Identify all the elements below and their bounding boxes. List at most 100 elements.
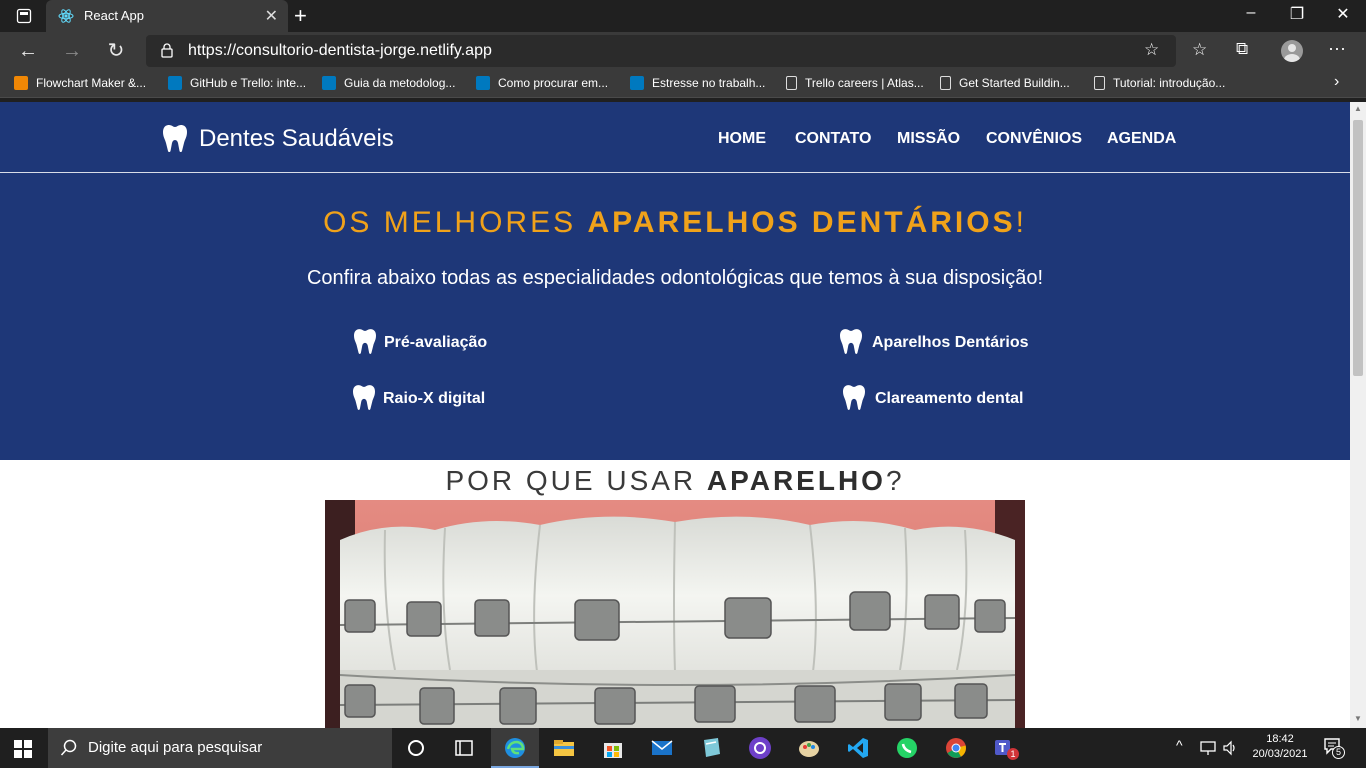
trello-icon [630,76,644,90]
bookmark-label: Como procurar em... [498,76,609,90]
windows-taskbar: Digite aqui para pesquisar 1 ^ 18:42 20/… [0,728,1366,768]
browser-tab[interactable]: React App ✕ [46,0,288,32]
bookmarks-bar: Flowchart Maker &... GitHub e Trello: in… [0,70,1366,98]
trello-icon [322,76,336,90]
search-placeholder: Digite aqui para pesquisar [88,739,263,756]
teams-badge: 1 [1007,748,1019,760]
notification-count: 5 [1332,746,1345,759]
clock-date: 20/03/2021 [1252,748,1308,760]
tooth-icon [843,385,865,410]
minimize-icon[interactable]: – [1228,4,1274,22]
specialty-label: Pré-avaliação [384,334,488,351]
bookmark-item[interactable]: Get Started Buildin... [940,76,1070,90]
trello-icon [168,76,182,90]
site-brand[interactable]: Dentes Saudáveis [199,125,394,153]
specialty-item: Pré-avaliação [354,328,487,354]
store-icon[interactable] [601,736,625,760]
mail-icon[interactable] [650,736,674,760]
specialty-item: Clareamento dental [843,384,1023,410]
close-window-icon[interactable]: ✕ [1320,4,1366,24]
headline-light: OS MELHORES [323,206,588,239]
volume-icon[interactable] [1222,740,1238,756]
bookmark-label: Get Started Buildin... [959,76,1070,90]
nav-missao[interactable]: MISSÃO [897,130,960,148]
back-icon[interactable]: ← [14,38,42,66]
taskbar-clock[interactable]: 18:42 20/03/2021 [1248,732,1312,762]
lock-icon [161,43,173,58]
paint-icon[interactable] [797,736,821,760]
close-tab-icon[interactable]: ✕ [265,6,278,26]
file-explorer-icon[interactable] [552,736,576,760]
windows-start-icon[interactable] [14,740,32,758]
web-page: Dentes Saudáveis HOME CONTATO MISSÃO CON… [0,102,1350,728]
forward-icon[interactable]: → [58,38,86,66]
search-icon [60,739,77,756]
bookmark-item[interactable]: Guia da metodolog... [322,76,455,90]
clock-time: 18:42 [1266,733,1294,745]
show-hidden-icons[interactable]: ^ [1176,737,1183,753]
add-favorite-icon[interactable]: ☆ [1144,40,1159,60]
edge-icon [505,738,525,758]
tab-title: React App [84,8,144,23]
bookmark-item[interactable]: Estresse no trabalh... [630,76,765,90]
scrollbar-thumb[interactable] [1353,120,1363,376]
edge-taskbar-button[interactable] [491,728,539,768]
bookmark-item[interactable]: Flowchart Maker &... [14,76,146,90]
profile-avatar[interactable] [1281,40,1303,62]
github-desktop-icon[interactable] [748,736,772,760]
specialty-item: Raio-X digital [353,384,485,410]
notes-app-icon[interactable] [699,736,723,760]
tooth-icon [354,329,376,354]
notification-center-button[interactable]: 5 [1322,736,1346,760]
scroll-down-icon[interactable]: ▼ [1354,714,1362,723]
page-scrollbar[interactable]: ▲ ▼ [1350,102,1366,728]
nav-home[interactable]: HOME [718,130,766,148]
drawio-icon [14,76,28,90]
bookmark-label: Flowchart Maker &... [36,76,147,90]
why-end: ? [885,465,905,496]
bookmarks-more-icon[interactable]: › [1334,73,1339,91]
bookmark-label: Guia da metodolog... [344,76,456,90]
favorites-icon[interactable]: ☆ [1192,40,1207,60]
bookmark-label: GitHub e Trello: inte... [190,76,307,90]
bookmark-item[interactable]: Tutorial: introdução... [1094,76,1225,90]
why-light: POR QUE USAR [445,465,707,496]
nav-convenios[interactable]: CONVÊNIOS [986,130,1082,148]
scroll-up-icon[interactable]: ▲ [1354,104,1362,113]
page-icon [1094,76,1105,90]
browser-titlebar: React App ✕ + – ❐ ✕ [0,0,1366,32]
bookmark-item[interactable]: GitHub e Trello: inte... [168,76,306,90]
tab-actions-icon[interactable] [16,8,32,24]
url-field[interactable]: https://consultorio-dentista-jorge.netli… [146,35,1176,67]
site-navbar: Dentes Saudáveis HOME CONTATO MISSÃO CON… [0,102,1350,173]
refresh-icon[interactable]: ↻ [102,38,130,66]
restore-icon[interactable]: ❐ [1274,4,1320,24]
collections-icon[interactable]: ⧉ [1236,39,1248,59]
specialty-item: Aparelhos Dentários [840,328,1028,354]
hero-headline: OS MELHORES APARELHOS DENTÁRIOS! [0,206,1350,240]
tooth-icon [840,329,862,354]
taskbar-search-box[interactable]: Digite aqui para pesquisar [48,728,392,768]
nav-agenda[interactable]: AGENDA [1107,130,1176,148]
headline-bold: APARELHOS DENTÁRIOS [587,206,1016,239]
teams-taskbar-button[interactable]: 1 [993,736,1019,760]
vscode-icon[interactable] [846,736,870,760]
chrome-icon[interactable] [944,736,968,760]
new-tab-icon[interactable]: + [294,3,307,29]
cortana-icon[interactable] [404,736,428,760]
specialty-label: Raio-X digital [383,390,486,407]
task-view-icon[interactable] [452,736,476,760]
page-icon [940,76,951,90]
bookmark-item[interactable]: Como procurar em... [476,76,608,90]
more-options-icon[interactable]: ··· [1328,38,1346,59]
bookmark-label: Tutorial: introdução... [1113,76,1226,90]
bookmark-label: Estresse no trabalh... [652,76,766,90]
nav-contato[interactable]: CONTATO [795,130,871,148]
page-icon [786,76,797,90]
url-text: https://consultorio-dentista-jorge.netli… [188,42,492,59]
trello-icon [476,76,490,90]
bookmark-item[interactable]: Trello careers | Atlas... [786,76,924,90]
network-icon[interactable] [1200,740,1216,756]
whatsapp-icon[interactable] [895,736,919,760]
why-heading: POR QUE USAR APARELHO? [0,465,1350,497]
